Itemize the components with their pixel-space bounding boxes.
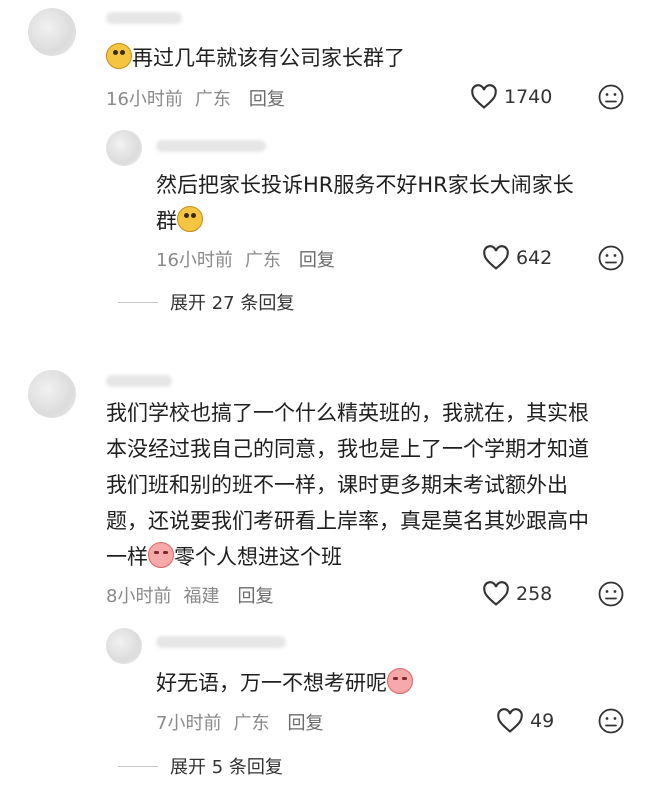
divider-line [118,765,158,767]
like-count: 1740 [504,86,553,108]
username-blurred[interactable] [106,375,172,387]
comment-text: 我们学校也搞了一个什么精英班的，我就在，其实根 本没经过我自己的同意，我也是上了… [106,401,589,569]
like-button[interactable]: 642 [482,245,552,271]
reply-avatar[interactable] [106,628,142,664]
comment-time: 8小时前 [106,586,172,607]
like-button[interactable]: 1740 [470,84,552,110]
heart-outline-icon [483,581,509,606]
username-blurred[interactable] [106,12,182,24]
reply-meta: 7小时前 广东 回复 [156,709,323,735]
sad-face-icon[interactable] [598,708,624,734]
comment-meta: 16小时前 广东 回复 [106,85,285,111]
crying-emoji-icon [148,542,174,568]
like-count: 258 [516,583,553,605]
comment-text: 再过几年就该有公司家长群了 [106,40,405,76]
like-count: 642 [516,247,553,269]
divider-line [118,301,158,303]
like-button[interactable]: 258 [482,581,552,607]
comment-location: 福建 [183,586,220,607]
comment-location: 广东 [194,89,231,110]
crying-emoji-icon [387,668,413,694]
reply-username-blurred[interactable] [156,636,286,648]
sad-face-icon[interactable] [598,581,624,607]
sad-face-icon[interactable] [598,84,624,110]
expand-replies-button[interactable]: 展开 27 条回复 [118,289,294,315]
reply-text: 然后把家长投诉HR服务不好HR家长大闹家长 群 [156,173,574,233]
like-button[interactable]: 49 [496,708,554,734]
avatar[interactable] [28,8,76,56]
bear-emoji-icon [106,43,132,69]
reply-button[interactable]: 回复 [249,85,285,111]
bear-emoji-icon [177,206,203,232]
reply-text: 好无语，万一不想考研呢 [156,665,413,701]
sad-face-icon[interactable] [598,245,624,271]
reply-time: 7小时前 [156,713,222,734]
reply-username-blurred[interactable] [156,140,266,152]
heart-outline-icon [471,84,497,109]
reply-button[interactable]: 回复 [237,582,273,608]
like-count: 49 [530,710,555,732]
comment-time: 16小时前 [106,89,183,110]
reply-button[interactable]: 回复 [299,246,335,272]
heart-outline-icon [497,708,523,733]
reply-location: 广东 [233,713,270,734]
reply-avatar[interactable] [106,130,142,166]
heart-outline-icon [483,245,509,270]
avatar[interactable] [28,370,76,418]
reply-location: 广东 [244,250,281,271]
reply-meta: 16小时前 广东 回复 [156,246,335,272]
expand-replies-button[interactable]: 展开 5 条回复 [118,753,283,779]
reply-button[interactable]: 回复 [287,709,323,735]
reply-time: 16小时前 [156,250,233,271]
comment-meta: 8小时前 福建 回复 [106,582,273,608]
